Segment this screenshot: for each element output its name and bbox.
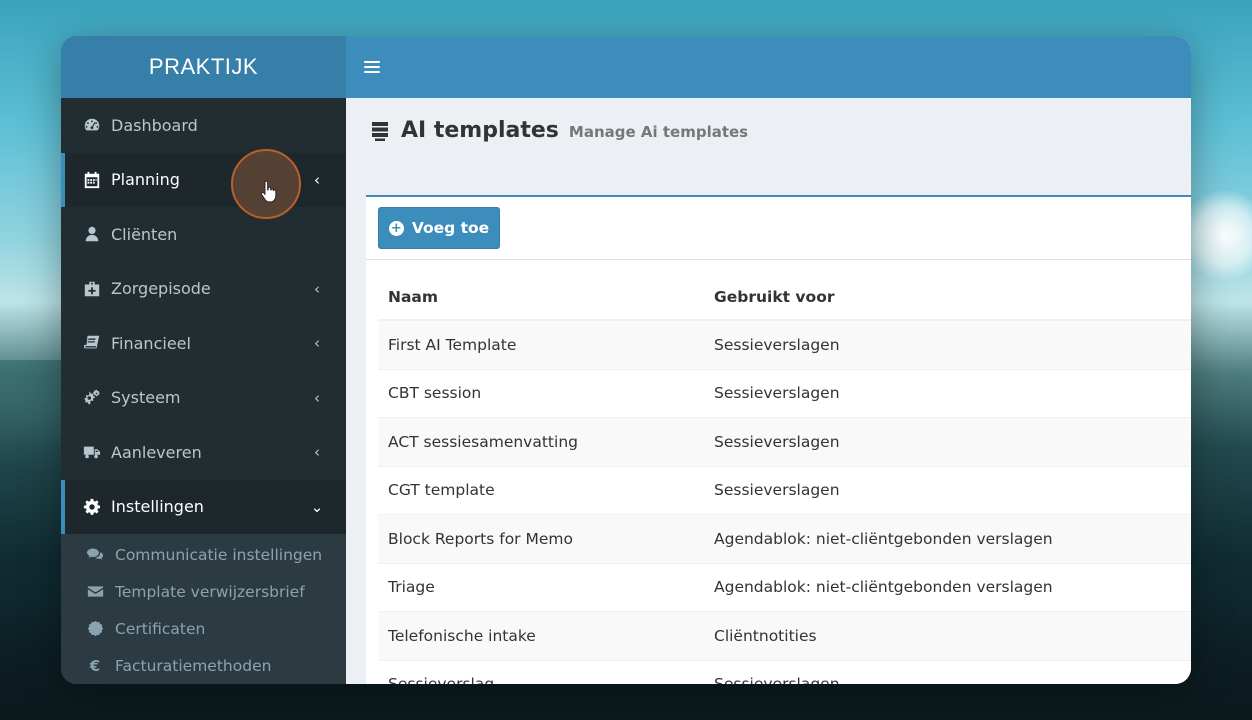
submenu-item-label: Facturatiemethoden <box>115 656 272 675</box>
truck-icon <box>82 442 102 462</box>
submenu-item-label: Certificaten <box>115 619 206 638</box>
cell-gebruikt-voor: Sessieverslagen <box>704 319 1191 369</box>
templates-box: + Voeg toe Naam Gebruikt voor First AI T… <box>366 195 1191 684</box>
sidebar-item-label: Aanleveren <box>111 442 202 462</box>
dashboard-icon <box>82 115 102 135</box>
cell-naam: Triage <box>378 562 704 612</box>
table-row[interactable]: SessieverslagSessieverslagen <box>378 659 1191 684</box>
sidebar-item-dashboard[interactable]: Dashboard <box>61 98 346 153</box>
cell-gebruikt-voor: Sessieverslagen <box>704 417 1191 466</box>
cell-naam: Block Reports for Memo <box>378 514 704 563</box>
envelope-icon <box>85 583 105 601</box>
app-logo[interactable]: PRAKTIJK <box>149 54 258 80</box>
top-navbar <box>346 36 1191 98</box>
cell-gebruikt-voor: Sessieverslagen <box>704 465 1191 515</box>
euro-icon: € <box>89 656 101 675</box>
sidebar-item-label: Cliënten <box>111 224 178 244</box>
submenu-item-certificaten[interactable]: Certificaten <box>61 610 346 647</box>
box-header: + Voeg toe <box>366 197 1191 260</box>
user-icon <box>82 224 102 244</box>
column-header-gebruikt-voor[interactable]: Gebruikt voor <box>704 275 1191 321</box>
sidebar-item-financieel[interactable]: Financieel ‹ <box>61 316 346 371</box>
cell-naam: ACT sessiesamenvatting <box>378 417 704 466</box>
sidebar-item-label: Financieel <box>111 333 191 353</box>
cell-naam: CBT session <box>378 368 704 418</box>
sidebar-item-planning[interactable]: Planning ‹ <box>61 152 346 207</box>
cell-gebruikt-voor: Cliëntnotities <box>704 611 1191 660</box>
chevron-left-icon: ‹ <box>314 443 320 462</box>
cell-gebruikt-voor: Agendablok: niet-cliëntgebonden verslage… <box>704 562 1191 612</box>
sidebar-item-label: Systeem <box>111 388 181 408</box>
table-row[interactable]: First AI Template Sessieverslagen <box>378 319 1191 369</box>
sidebar-item-instellingen[interactable]: Instellingen ⌄ <box>61 479 346 534</box>
column-header-naam[interactable]: Naam <box>378 275 704 321</box>
cell-gebruikt-voor: Sessieverslagen <box>704 368 1191 418</box>
table-row[interactable]: Block Reports for Memo Agendablok: niet-c… <box>378 514 1191 563</box>
add-template-button[interactable]: + Voeg toe <box>378 207 500 249</box>
instellingen-submenu: Communicatie instellingen Template verwi… <box>61 534 346 684</box>
templates-table: Naam Gebruikt voor First AI Template Sess… <box>378 275 1191 684</box>
sidebar-item-label: Instellingen <box>111 497 204 517</box>
sidebar-item-systeem[interactable]: Systeem ‹ <box>61 371 346 426</box>
medkit-icon <box>82 279 102 299</box>
add-button-label: Voeg toe <box>411 219 490 237</box>
book-icon <box>82 333 102 353</box>
main-content: AI templates Manage Ai templates + Voeg … <box>346 98 1191 684</box>
comments-icon <box>85 546 105 564</box>
database-icon <box>371 120 389 142</box>
sidebar-item-aanleveren[interactable]: Aanleveren ‹ <box>61 425 346 480</box>
submenu-item-communicatie[interactable]: Communicatie instellingen <box>61 536 346 573</box>
sidebar: PRAKTIJK Dashboard Planning ‹ Cliënten Z… <box>61 36 346 684</box>
table-header-row: Naam Gebruikt voor <box>378 275 1191 321</box>
calendar-icon <box>82 170 102 190</box>
page-subtitle: Manage Ai templates <box>568 123 749 141</box>
submenu-item-label: Template verwijzersbrief <box>115 582 305 601</box>
table-row[interactable]: CGT template Sessieverslagen <box>378 465 1191 515</box>
certificate-icon <box>85 620 105 638</box>
sidebar-item-zorgepisode[interactable]: Zorgepisode ‹ <box>61 262 346 317</box>
cell-naam: First AI Template <box>378 319 704 369</box>
cell-gebruikt-voor: Agendablok: niet-cliëntgebonden verslage… <box>704 514 1191 563</box>
chevron-left-icon: ‹ <box>314 170 320 189</box>
table-row[interactable]: ACT sessiesamenvatting Sessieverslagen <box>378 417 1191 466</box>
page-header: AI templates Manage Ai templates <box>371 118 748 143</box>
chevron-left-icon: ‹ <box>314 388 320 407</box>
chevron-left-icon: ‹ <box>314 334 320 353</box>
submenu-item-template-verwijzersbrief[interactable]: Template verwijzersbrief <box>61 573 346 610</box>
cell-gebruikt-voor: Sessieverslagen <box>704 659 1191 684</box>
sidebar-item-label: Dashboard <box>111 115 198 135</box>
chevron-left-icon: ‹ <box>314 279 320 298</box>
plus-circle-icon: + <box>388 220 404 236</box>
table-row[interactable]: Telefonische intake Cliëntnotities <box>378 611 1191 660</box>
table-row[interactable]: CBT session Sessieverslagen <box>378 368 1191 418</box>
gear-icon <box>82 497 102 517</box>
table-row[interactable]: Triage Agendablok: niet-cliëntgebonden ve… <box>378 562 1191 612</box>
menu-toggle-icon[interactable] <box>364 58 380 76</box>
hand-cursor-icon <box>261 181 277 203</box>
cogs-icon <box>82 388 102 408</box>
app-window: PRAKTIJK Dashboard Planning ‹ Cliënten Z… <box>61 36 1191 684</box>
cell-naam: Telefonische intake <box>378 611 704 660</box>
cell-naam: Sessieverslag <box>378 659 704 684</box>
cell-naam: CGT template <box>378 465 704 515</box>
chevron-down-icon: ⌄ <box>310 497 324 516</box>
click-highlight <box>231 149 301 219</box>
sidebar-item-clienten[interactable]: Cliënten <box>61 207 346 262</box>
logo-bar: PRAKTIJK <box>61 36 346 98</box>
submenu-item-label: Communicatie instellingen <box>115 545 323 564</box>
page-title: AI templates <box>401 118 559 143</box>
sidebar-item-label: Zorgepisode <box>111 279 211 299</box>
submenu-item-facturatiemethoden[interactable]: € Facturatiemethoden <box>61 647 346 684</box>
